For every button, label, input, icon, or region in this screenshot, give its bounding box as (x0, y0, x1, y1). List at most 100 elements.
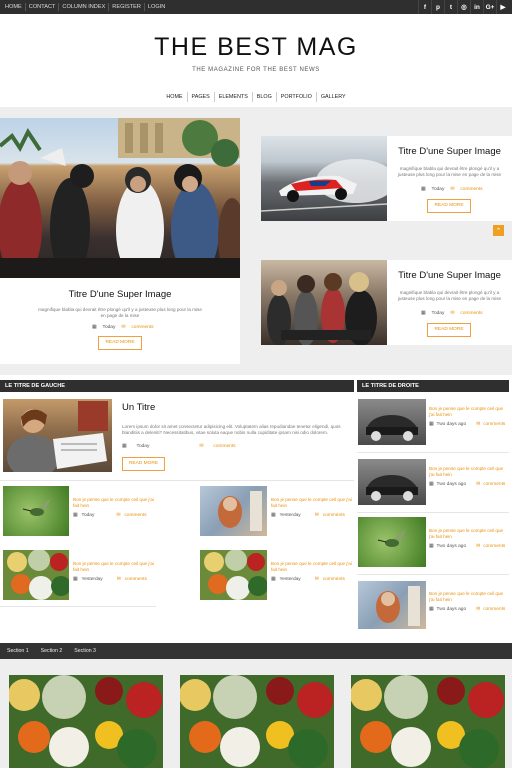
car-drift-photo[interactable] (261, 136, 387, 221)
calendar-icon: ▦ (73, 513, 78, 518)
right-item-1-meta: ▦ Two days ago ✉ comments (429, 422, 505, 427)
top-link-column-index[interactable]: COLUMN INDEX (59, 3, 110, 11)
vintage-car-photo[interactable] (358, 399, 426, 445)
featured-side-2-comments[interactable]: comments (460, 311, 482, 316)
footer-vegetables-photo-2[interactable] (180, 675, 334, 768)
right-item-3-meta: ▦ Two days ago ✉ comments (429, 544, 505, 549)
left-item-4-date: Yesterday (279, 577, 301, 582)
facebook-icon[interactable]: f (418, 0, 431, 14)
comments-icon: ✉ (450, 311, 455, 316)
right-item-2-comments[interactable]: comments (483, 482, 505, 487)
left-item-1-meta: ▦ Today ✉ comments (73, 513, 147, 518)
calendar-icon: ▦ (271, 577, 276, 582)
vegetables-art (351, 675, 504, 768)
top-nav: HOME CONTACT COLUMN INDEX REGISTER LOGIN (2, 0, 168, 14)
left-item-4-title[interactable]: Bon je pense que le compte ceil que j'ai… (271, 561, 356, 572)
main-nav: HOME PAGES ELEMENTS BLOG PORTFOLIO GALLE… (0, 92, 512, 102)
top-link-login[interactable]: LOGIN (145, 3, 168, 11)
right-item-3-comments[interactable]: comments (483, 544, 505, 549)
vintage-car-photo[interactable] (358, 459, 426, 505)
scarf-photo[interactable] (200, 486, 267, 536)
featured-main-meta: ▦ Today ✉ comments (92, 325, 154, 330)
scarf-art (376, 586, 420, 626)
hummingbird-photo[interactable] (3, 486, 69, 536)
vintage-car-art (366, 415, 418, 441)
nav-portfolio[interactable]: PORTFOLIO (277, 92, 317, 102)
right-item-2-date: Two days ago (436, 482, 467, 487)
right-item-1-title[interactable]: Bon je pense que le compte ceil que j'ai… (429, 406, 507, 417)
featured-side-2-read-more[interactable]: READ MORE (427, 323, 471, 337)
left-main-comments[interactable]: comments (213, 444, 235, 449)
featured-main-title[interactable]: Titre D'une Super Image (0, 289, 240, 300)
left-item-2-date: Yesterday (279, 513, 301, 518)
youtube-icon[interactable]: ▶ (496, 0, 509, 14)
left-main-meta: ▦ Today ✉ comments (122, 444, 236, 449)
footer-section-3[interactable]: Section 3 (74, 648, 96, 654)
reading-woman-photo[interactable] (3, 399, 112, 472)
left-item-1-title[interactable]: Bon je pense que le compte ceil que j'ai… (73, 497, 158, 508)
left-item-3-title[interactable]: Bon je pense que le compte ceil que j'ai… (73, 561, 158, 572)
featured-main-read-more[interactable]: READ MORE (98, 336, 142, 350)
featured-side-2-title[interactable]: Titre D'une Super Image (387, 270, 512, 281)
right-item-3-date: Two days ago (436, 544, 467, 549)
featured-main-comments[interactable]: comments (131, 325, 153, 330)
left-item-3-comments[interactable]: comments (125, 577, 147, 582)
right-item-4-comments[interactable]: comments (483, 607, 505, 612)
featured-side-card-2: Titre D'une Super Image magnifique blabl… (261, 260, 512, 345)
pinterest-icon[interactable]: p (431, 0, 444, 14)
right-item-4-title[interactable]: Bon je pense que le compte ceil que j'ai… (429, 591, 507, 602)
right-item-2-title[interactable]: Bon je pense que le compte ceil que j'ai… (429, 466, 507, 477)
left-main-title[interactable]: Un Titre (122, 402, 155, 413)
featured-main-card: Titre D'une Super Image magnifique blabl… (0, 118, 240, 364)
featured-side-1-comments[interactable]: comments (460, 187, 482, 192)
comments-icon: ✉ (121, 325, 126, 330)
group-photo-art (267, 272, 377, 345)
left-item-2-comments[interactable]: comments (323, 513, 345, 518)
vegetables-art (9, 675, 162, 768)
left-item-4-comments[interactable]: comments (323, 577, 345, 582)
calendar-icon: ▦ (73, 577, 78, 582)
left-item-4-meta: ▦ Yesterday ✉ comments (271, 577, 345, 582)
scarf-photo[interactable] (358, 581, 426, 629)
comments-icon: ✉ (116, 513, 121, 518)
vegetables-art (7, 550, 69, 600)
comments-icon: ✉ (476, 482, 481, 487)
top-link-home[interactable]: HOME (2, 3, 26, 11)
divider (357, 452, 509, 453)
nav-elements[interactable]: ELEMENTS (215, 92, 253, 102)
top-link-register[interactable]: REGISTER (109, 3, 145, 11)
site-title[interactable]: THE BEST MAG (0, 33, 512, 62)
left-main-date: Today (136, 444, 150, 449)
featured-side-1-title[interactable]: Titre D'une Super Image (387, 146, 512, 157)
hummingbird-photo[interactable] (358, 517, 426, 567)
nav-home[interactable]: HOME (162, 92, 188, 102)
left-main-read-more[interactable]: READ MORE (122, 457, 165, 471)
footer-vegetables-photo-1[interactable] (9, 675, 163, 768)
vegetables-photo[interactable] (200, 550, 267, 600)
nav-blog[interactable]: BLOG (253, 92, 277, 102)
footer-section-1[interactable]: Section 1 (7, 648, 29, 654)
group-photo[interactable] (261, 260, 387, 345)
footer-section-2[interactable]: Section 2 (41, 648, 63, 654)
vegetables-photo[interactable] (3, 550, 69, 600)
left-item-1-date: Today (81, 513, 95, 518)
top-link-contact[interactable]: CONTACT (26, 3, 60, 11)
dribbble-icon[interactable]: ◎ (457, 0, 470, 14)
footer-vegetables-photo-3[interactable] (351, 675, 505, 768)
right-item-3-title[interactable]: Bon je pense que le compte ceil que j'ai… (429, 528, 507, 539)
twitter-icon[interactable]: t (444, 0, 457, 14)
featured-side-1-read-more[interactable]: READ MORE (427, 199, 471, 213)
protest-photo[interactable] (0, 118, 240, 278)
scroll-up-icon[interactable]: ⌃ (493, 225, 504, 236)
nav-gallery[interactable]: GALLERY (317, 92, 350, 102)
featured-side-1-meta: ▦ Today ✉ comments (421, 187, 483, 192)
google-plus-icon[interactable]: G+ (483, 0, 496, 14)
right-item-4-meta: ▦ Two days ago ✉ comments (429, 607, 505, 612)
nav-pages[interactable]: PAGES (188, 92, 215, 102)
comments-icon: ✉ (199, 444, 204, 449)
left-item-1-comments[interactable]: comments (124, 513, 146, 518)
right-item-1-comments[interactable]: comments (483, 422, 505, 427)
left-item-2-title[interactable]: Bon je pense que le compte ceil que j'ai… (271, 497, 356, 508)
linkedin-icon[interactable]: in (470, 0, 483, 14)
featured-main-excerpt: magnifique blabla qui devrait être plong… (38, 307, 202, 318)
